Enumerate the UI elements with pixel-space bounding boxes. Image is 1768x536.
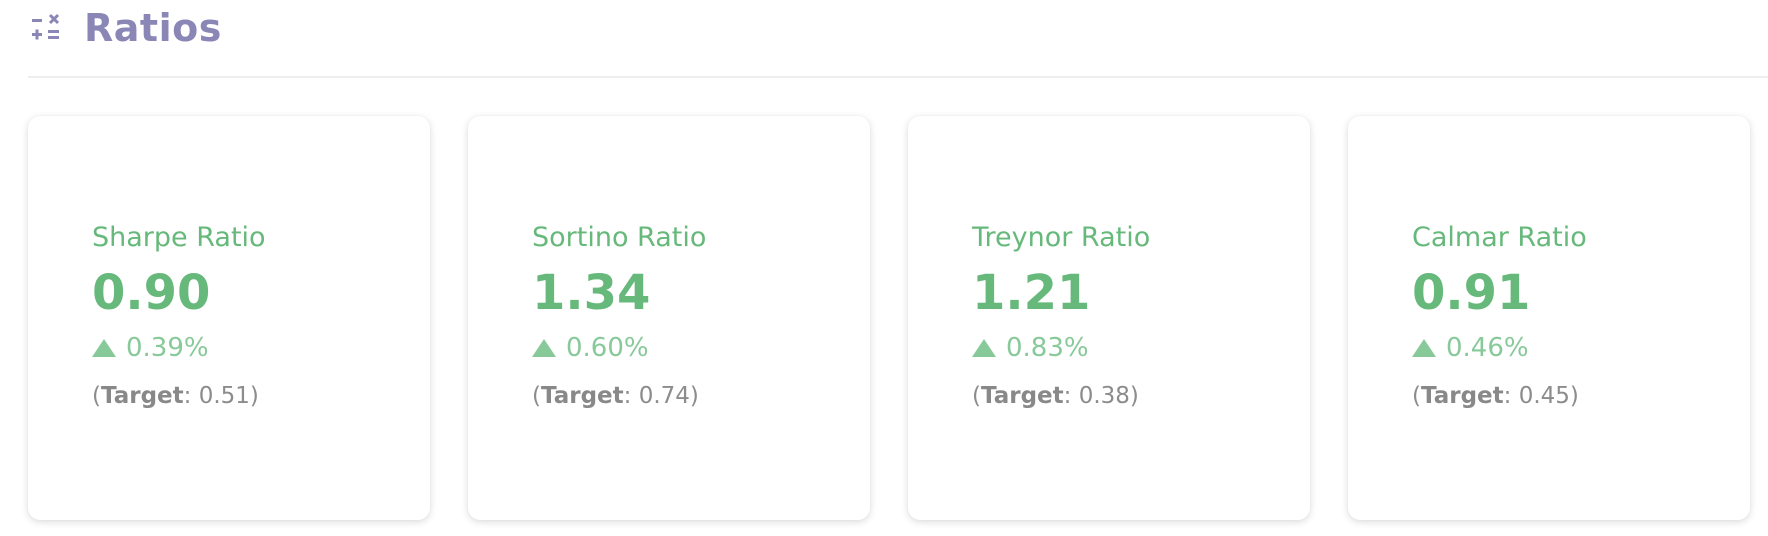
card-value: 0.90 (92, 265, 211, 321)
card-title: Treynor Ratio (972, 222, 1151, 253)
ratio-card-sortino: Sortino Ratio 1.34 0.60% (Target: 0.74) (468, 116, 870, 520)
card-target: (Target: 0.45) (1412, 383, 1579, 409)
change-value: 0.60% (566, 333, 649, 363)
target-value: 0.51 (198, 383, 250, 409)
target-label: Target (540, 383, 624, 409)
card-change: 0.83% (972, 333, 1150, 363)
card-target: (Target: 0.74) (532, 383, 699, 409)
change-value: 0.39% (126, 333, 209, 363)
card-title: Sharpe Ratio (92, 222, 266, 253)
card-value: 1.21 (972, 265, 1091, 321)
target-value: 0.38 (1078, 383, 1130, 409)
change-value: 0.83% (1006, 333, 1089, 363)
card-title: Calmar Ratio (1412, 222, 1587, 253)
arrow-up-triangle-icon (1412, 339, 1436, 357)
ratio-card-treynor: Treynor Ratio 1.21 0.83% (Target: 0.38) (908, 116, 1310, 520)
page-title: Ratios (84, 6, 222, 50)
card-title: Sortino Ratio (532, 222, 707, 253)
card-value: 1.34 (532, 265, 651, 321)
target-value: 0.45 (1518, 383, 1570, 409)
arrow-up-triangle-icon (972, 339, 996, 357)
card-change: 0.39% (92, 333, 266, 363)
card-target: (Target: 0.51) (92, 383, 259, 409)
target-value: 0.74 (638, 383, 690, 409)
card-change: 0.46% (1412, 333, 1587, 363)
arrow-up-triangle-icon (92, 339, 116, 357)
ratio-card-sharpe: Sharpe Ratio 0.90 0.39% (Target: 0.51) (28, 116, 430, 520)
card-value: 0.91 (1412, 265, 1531, 321)
ratio-card-calmar: Calmar Ratio 0.91 0.46% (Target: 0.45) (1348, 116, 1750, 520)
section-header: Ratios (28, 0, 222, 56)
target-label: Target (980, 383, 1064, 409)
card-change: 0.60% (532, 333, 706, 363)
card-target: (Target: 0.38) (972, 383, 1139, 409)
header-divider (28, 76, 1768, 78)
arrow-up-triangle-icon (532, 339, 556, 357)
calculator-ops-icon (28, 10, 64, 46)
target-label: Target (100, 383, 184, 409)
target-label: Target (1420, 383, 1504, 409)
change-value: 0.46% (1446, 333, 1529, 363)
